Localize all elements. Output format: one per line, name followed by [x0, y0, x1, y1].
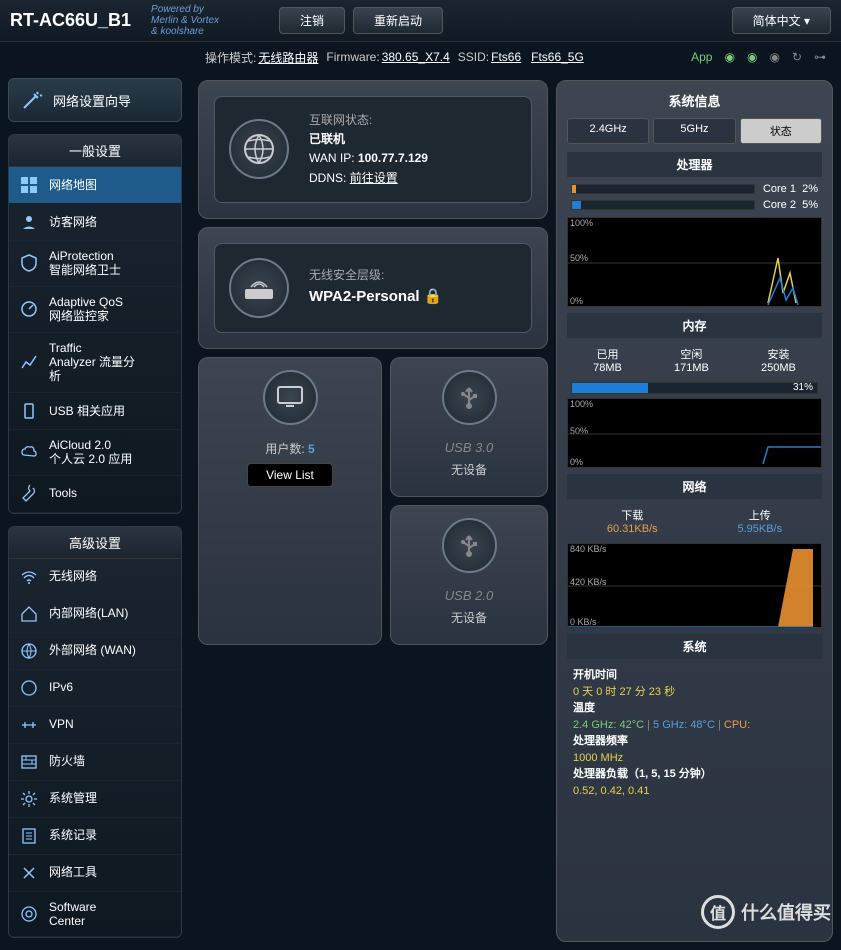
gauge-icon[interactable]: ◉ — [724, 50, 734, 64]
system-header: 系统 — [567, 634, 822, 659]
ipv6-icon — [19, 678, 39, 698]
language-select[interactable]: 简体中文 ▾ — [732, 7, 831, 34]
main-content: 互联网状态: 已联机 WAN IP: 100.77.7.129 DDNS: 前往… — [190, 72, 841, 950]
nav-nettools[interactable]: 网络工具 — [9, 855, 181, 892]
nav-guest-network[interactable]: 访客网络 — [9, 204, 181, 241]
usb-icon — [442, 518, 497, 573]
firewall-icon — [19, 752, 39, 772]
software-icon — [19, 904, 39, 924]
ddns-link[interactable]: 前往设置 — [350, 171, 398, 185]
nav-software-center[interactable]: Software Center — [9, 892, 181, 938]
system-details: 开机时间 0 天 0 时 27 分 23 秒 温度 2.4 GHz: 42°C … — [567, 663, 822, 803]
firmware-version[interactable]: 380.65_X7.4 — [382, 50, 450, 64]
cpu-graph: 100% 50% 0% — [567, 217, 822, 307]
globe-icon — [19, 641, 39, 661]
nav-lan[interactable]: 内部网络(LAN) — [9, 596, 181, 633]
internet-card[interactable]: 互联网状态: 已联机 WAN IP: 100.77.7.129 DDNS: 前往… — [198, 80, 548, 219]
cpu-header: 处理器 — [567, 152, 822, 177]
nav-traffic[interactable]: Traffic Analyzer 流量分 析 — [9, 333, 181, 393]
model-name: RT-AC66U_B1 — [10, 10, 131, 31]
core2-row: Core 2 5% — [567, 197, 822, 213]
usb-icon — [442, 370, 497, 425]
ssid-24[interactable]: Fts66 — [491, 50, 521, 64]
shield-icon — [19, 253, 39, 273]
vpn-icon — [19, 715, 39, 735]
nav-advanced: 高级设置 无线网络 内部网络(LAN) 外部网络 (WAN) IPv6 VPN … — [8, 526, 182, 939]
watermark: 值 什么值得买 — [701, 895, 831, 929]
usb2-status: 无设备 — [451, 609, 487, 626]
log-icon — [19, 826, 39, 846]
cloud-icon — [19, 442, 39, 462]
net-graph: 840 KB/s 420 KB/s 0 KB/s — [567, 543, 822, 628]
status-bar: 操作模式: 无线路由器 Firmware: 380.65_X7.4 SSID: … — [190, 42, 841, 72]
mem-bar: 31% — [571, 382, 818, 394]
nav-admin[interactable]: 系统管理 — [9, 781, 181, 818]
mem-graph: 100% 50% 0% — [567, 398, 822, 468]
wrench-icon — [19, 484, 39, 504]
nav-network-map[interactable]: 网络地图 — [9, 167, 181, 204]
tab-5ghz[interactable]: 5GHz — [653, 118, 735, 144]
nav-wireless[interactable]: 无线网络 — [9, 559, 181, 596]
system-info-panel: 系统信息 2.4GHz 5GHz 状态 处理器 Core 1 2% Core 2… — [556, 80, 833, 942]
tab-24ghz[interactable]: 2.4GHz — [567, 118, 649, 144]
router-icon — [229, 258, 289, 318]
usb3-card[interactable]: USB 3.0 无设备 — [390, 357, 548, 497]
mem-header: 内存 — [567, 313, 822, 338]
nav-firewall[interactable]: 防火墙 — [9, 744, 181, 781]
operation-mode[interactable]: 无线路由器 — [258, 49, 318, 66]
security-level: WPA2-Personal — [309, 288, 420, 305]
powered-by: Powered by Merlin & Vortex & koolshare — [151, 4, 219, 37]
wifi-icon — [19, 567, 39, 587]
tab-status[interactable]: 状态 — [740, 118, 822, 144]
logout-button[interactable]: 注销 — [279, 7, 345, 34]
net-header: 网络 — [567, 474, 822, 499]
sysinfo-title: 系统信息 — [567, 91, 822, 110]
top-bar: RT-AC66U_B1 Powered by Merlin & Vortex &… — [0, 0, 841, 42]
nav-general-header: 一般设置 — [9, 135, 181, 167]
networkmap-icon — [19, 175, 39, 195]
monitor-icon — [263, 370, 318, 425]
usb3-status: 无设备 — [451, 461, 487, 478]
nav-general: 一般设置 网络地图 访客网络 AiProtection 智能网络卫士 Adapt… — [8, 134, 182, 514]
lock-icon: 🔒 — [424, 288, 443, 305]
clients-card[interactable]: 用户数: 5 View List — [198, 357, 382, 645]
ssid-5[interactable]: Fts66_5G — [531, 50, 584, 64]
view-list-button[interactable]: View List — [247, 463, 333, 487]
internet-status: 已联机 — [309, 130, 428, 149]
usb2-card[interactable]: USB 2.0 无设备 — [390, 505, 548, 645]
users-icon[interactable]: ◉ — [769, 50, 779, 64]
usb-icon[interactable]: ⊶ — [814, 50, 826, 64]
globe-icon — [229, 119, 289, 179]
security-card[interactable]: 无线安全层级: WPA2-Personal 🔒 — [198, 227, 548, 349]
guest-icon — [19, 212, 39, 232]
sidebar: 网络设置向导 一般设置 网络地图 访客网络 AiProtection 智能网络卫… — [0, 72, 190, 950]
tools-icon — [19, 863, 39, 883]
usb-icon — [19, 401, 39, 421]
nav-vpn[interactable]: VPN — [9, 707, 181, 744]
chart-icon — [19, 352, 39, 372]
wifi-icon[interactable]: ◉ — [747, 50, 757, 64]
wan-ip: 100.77.7.129 — [358, 151, 428, 165]
nav-usb-app[interactable]: USB 相关应用 — [9, 393, 181, 430]
mem-stats: 已用78MB 空闲171MB 安装250MB — [567, 342, 822, 378]
home-icon — [19, 604, 39, 624]
wand-icon — [21, 89, 43, 111]
net-stats: 下载60.31KB/s 上传5.95KB/s — [567, 503, 822, 539]
nav-aiprotection[interactable]: AiProtection 智能网络卫士 — [9, 241, 181, 287]
core1-row: Core 1 2% — [567, 181, 822, 197]
gauge-icon — [19, 299, 39, 319]
nav-qos[interactable]: Adaptive QoS 网络监控家 — [9, 287, 181, 333]
client-count: 5 — [308, 442, 315, 456]
nav-wan[interactable]: 外部网络 (WAN) — [9, 633, 181, 670]
nav-aicloud[interactable]: AiCloud 2.0 个人云 2.0 应用 — [9, 430, 181, 476]
reboot-button[interactable]: 重新启动 — [353, 7, 443, 34]
refresh-icon[interactable]: ↻ — [792, 50, 802, 64]
nav-advanced-header: 高级设置 — [9, 527, 181, 559]
nav-tools[interactable]: Tools — [9, 476, 181, 513]
nav-ipv6[interactable]: IPv6 — [9, 670, 181, 707]
gear-icon — [19, 789, 39, 809]
nav-syslog[interactable]: 系统记录 — [9, 818, 181, 855]
setup-wizard-button[interactable]: 网络设置向导 — [8, 78, 182, 122]
app-link[interactable]: App — [691, 50, 712, 64]
